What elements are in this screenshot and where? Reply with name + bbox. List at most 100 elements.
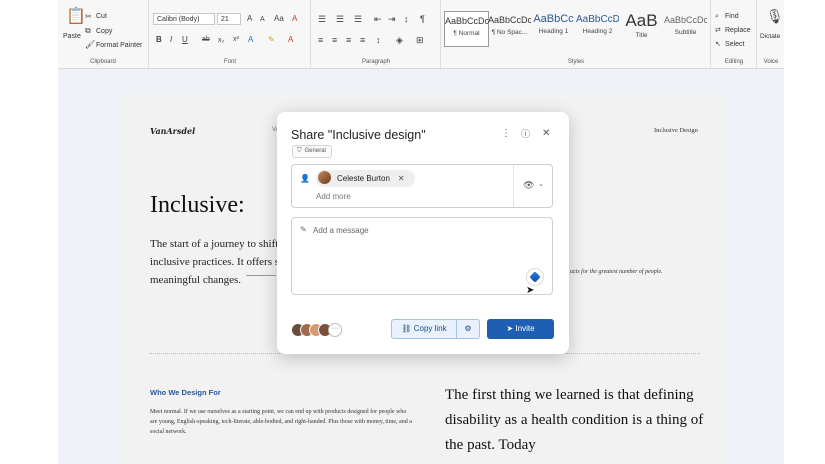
dictate-button[interactable]: Dictate	[760, 33, 780, 40]
recipient-chip[interactable]: Celeste Burton ✕	[316, 170, 415, 187]
more-options-icon[interactable]: ⋮	[501, 128, 511, 140]
style-sample: AaBbCc	[533, 13, 574, 25]
person-icon: 👤	[300, 174, 310, 183]
style-sample: AaBbCcDc	[445, 16, 488, 26]
cut-icon: ✂	[85, 12, 92, 21]
recipients-field[interactable]: 👤 Celeste Burton ✕ Add more 👁 ⌄	[291, 164, 553, 208]
superscript-icon[interactable]: x²	[233, 35, 239, 45]
find-icon: ⌕	[715, 13, 719, 20]
edit-icon: ✎	[300, 225, 307, 234]
editing-label: Editing	[724, 59, 744, 65]
change-case-icon[interactable]: Aa	[274, 14, 284, 24]
shading-icon[interactable]: ◈	[396, 35, 403, 45]
copy-link-button[interactable]: ⛓ Copy link	[391, 319, 457, 339]
remove-recipient-icon[interactable]: ✕	[398, 174, 405, 183]
style-no-spacing[interactable]: AaBbCcDc ¶ No Spac...	[488, 11, 531, 45]
font-family-select[interactable]: Calibri (Body)	[153, 13, 215, 25]
clear-formatting-icon[interactable]: A	[292, 14, 297, 24]
line-spacing-icon[interactable]: ↕	[376, 35, 381, 45]
clipboard-group: 📋 Paste ✂ Cut ⧉ Copy 🖌 Format Painter Cl…	[58, 0, 149, 68]
style-sample: AaBbCcDc	[664, 15, 707, 25]
copy-link-label: Copy link	[413, 324, 447, 333]
section-heading: Who We Design For	[150, 388, 221, 397]
style-sample: AaBbCcD	[576, 14, 619, 25]
company-logo: VanArsdel	[150, 126, 196, 136]
dialog-title: Share "Inclusive design"	[291, 128, 426, 142]
voice-label: Voice	[763, 59, 779, 65]
message-field[interactable]: ✎ Add a message	[291, 217, 553, 295]
select-button[interactable]: Select	[725, 41, 744, 48]
style-sample: AaB	[625, 11, 658, 30]
close-icon[interactable]: ✕	[542, 128, 550, 140]
show-marks-icon[interactable]: ¶	[420, 14, 425, 24]
pull-quote-fragment: ucts for the greatest number of people.	[570, 269, 663, 275]
styles-label: Styles	[567, 59, 585, 65]
copy-icon: ⧉	[85, 26, 91, 35]
font-group: Calibri (Body) 21 A A Aa A B I U ab x₂ x…	[150, 0, 311, 68]
running-head: Inclusive Design	[654, 127, 698, 134]
style-heading-1[interactable]: AaBbCc Heading 1	[532, 11, 575, 45]
permission-dropdown[interactable]: 👁 ⌄	[513, 165, 552, 207]
subscript-icon[interactable]: x₂	[218, 36, 224, 46]
justify-icon[interactable]: ≡	[360, 35, 365, 45]
increase-indent-icon[interactable]: ⇥	[388, 14, 396, 24]
ribbon-home: 📋 Paste ✂ Cut ⧉ Copy 🖌 Format Painter Cl…	[58, 0, 784, 69]
grow-font-icon[interactable]: A	[247, 14, 252, 24]
borders-icon[interactable]: ⊞	[416, 35, 424, 45]
paragraph-label: Paragraph	[361, 59, 391, 65]
find-button[interactable]: Find	[725, 13, 739, 20]
replace-button[interactable]: Replace	[725, 27, 751, 34]
mouse-cursor-icon: ➤	[526, 285, 535, 296]
microphone-icon[interactable]: 🎙	[766, 9, 784, 23]
align-center-icon[interactable]: ≡	[332, 35, 337, 45]
style-normal[interactable]: AaBbCcDc ¶ Normal	[444, 11, 489, 47]
style-subtitle[interactable]: AaBbCcDc Subtitle	[664, 11, 707, 45]
shrink-font-icon[interactable]: A	[260, 15, 265, 25]
section-body: Meet normal. If we use ourselves as a st…	[150, 409, 412, 435]
font-label: Font	[223, 59, 236, 65]
style-name: Title	[635, 32, 648, 39]
font-color-icon[interactable]: A	[288, 35, 293, 45]
multilevel-list-icon[interactable]: ☰	[354, 14, 362, 24]
italic-icon[interactable]: I	[170, 35, 172, 45]
invite-button[interactable]: ➤ Invite	[487, 319, 554, 339]
decrease-indent-icon[interactable]: ⇤	[374, 14, 382, 24]
style-sample: AaBbCcDc	[488, 15, 531, 25]
font-size-select[interactable]: 21	[217, 13, 241, 25]
paste-icon[interactable]: 📋	[66, 9, 86, 25]
large-paragraph: The first thing we learned is that defin…	[445, 387, 704, 453]
style-name: ¶ No Spac...	[491, 29, 528, 36]
style-heading-2[interactable]: AaBbCcD Heading 2	[576, 11, 619, 45]
numbering-icon[interactable]: ☰	[336, 14, 344, 24]
editing-group: ⌕ Find ⇄ Replace ↖ Select Editing	[712, 0, 757, 68]
more-people-icon[interactable]: ···	[328, 323, 342, 337]
clipboard-label: Clipboard	[90, 59, 116, 65]
paste-button[interactable]: Paste	[63, 33, 81, 40]
copy-button[interactable]: Copy	[96, 28, 112, 35]
gear-icon: ⚙	[464, 324, 472, 333]
document-heading: Inclusive:	[150, 192, 245, 218]
text-effects-icon[interactable]: A	[248, 35, 253, 45]
highlight-icon[interactable]: ✎	[268, 35, 275, 45]
sort-icon[interactable]: ↕	[404, 14, 409, 24]
link-settings-button[interactable]: ⚙	[457, 319, 480, 339]
recipient-name: Celeste Burton	[337, 174, 390, 183]
strikethrough-icon[interactable]: ab	[202, 35, 210, 45]
style-title[interactable]: AaB Title	[620, 11, 663, 45]
style-name: ¶ Normal	[453, 30, 480, 37]
bullets-icon[interactable]: ☰	[318, 14, 326, 24]
word-window: 📋 Paste ✂ Cut ⧉ Copy 🖌 Format Painter Cl…	[58, 0, 784, 464]
cut-button[interactable]: Cut	[96, 13, 107, 20]
voice-group: 🎙 Dictate Voice	[758, 0, 784, 68]
help-icon[interactable]: ⓘ	[521, 128, 530, 140]
underline-icon[interactable]: U	[182, 35, 188, 45]
add-more-input[interactable]: Add more	[316, 192, 351, 201]
bold-icon[interactable]: B	[156, 35, 162, 45]
format-painter-button[interactable]: Format Painter	[96, 42, 142, 49]
eye-icon: 👁	[523, 180, 535, 190]
copilot-icon[interactable]	[526, 268, 544, 286]
sensitivity-badge[interactable]: ⛉ General	[292, 145, 332, 158]
align-right-icon[interactable]: ≡	[346, 35, 351, 45]
style-name: Subtitle	[674, 29, 697, 36]
align-left-icon[interactable]: ≡	[318, 35, 323, 45]
